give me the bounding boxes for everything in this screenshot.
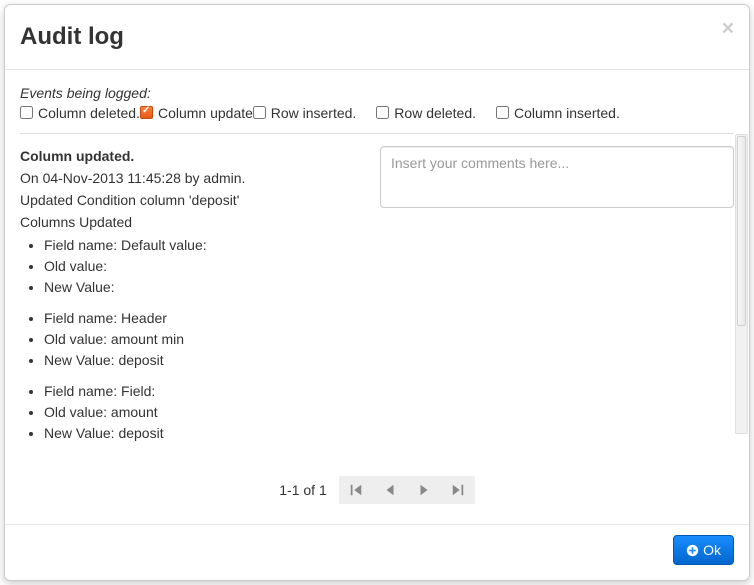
ok-button[interactable]: Ok xyxy=(673,535,734,565)
log-entry-summary: Updated Condition column 'deposit' xyxy=(20,190,360,211)
comment-input[interactable] xyxy=(380,146,734,208)
log-entry-meta: On 04-Nov-2013 11:45:28 by admin. xyxy=(20,168,360,189)
log-change-field: Field name: Header xyxy=(44,308,360,329)
log-panel: Column updated. On 04-Nov-2013 11:45:28 … xyxy=(20,146,360,451)
content-area: Column updated. On 04-Nov-2013 11:45:28 … xyxy=(20,133,734,451)
filter-column-updated[interactable]: Column updated xyxy=(140,105,261,121)
comment-panel xyxy=(380,146,734,451)
next-page-icon xyxy=(417,483,431,497)
pager-prev-button[interactable] xyxy=(373,476,407,504)
scrollbar[interactable] xyxy=(735,134,748,434)
pager-buttons xyxy=(339,476,475,504)
pager-first-button[interactable] xyxy=(339,476,373,504)
log-change-old: Old value: amount xyxy=(44,402,360,423)
checkbox-column-inserted[interactable] xyxy=(496,106,509,119)
log-entry-title: Column updated. xyxy=(20,146,360,167)
filter-row-deleted[interactable]: Row deleted. xyxy=(376,105,476,121)
checkbox-column-updated[interactable] xyxy=(140,106,153,119)
filter-label: Row deleted. xyxy=(394,105,476,121)
events-heading: Events being logged: xyxy=(20,85,734,101)
plus-circle-icon xyxy=(686,544,699,557)
log-change-group: Field name: Field: Old value: amount New… xyxy=(20,381,360,444)
filter-row-inserted[interactable]: Row inserted. xyxy=(253,105,357,121)
checkbox-row-inserted[interactable] xyxy=(253,106,266,119)
first-page-icon xyxy=(349,483,363,497)
log-change-old: Old value: xyxy=(44,256,360,277)
log-change-field: Field name: Default value: xyxy=(44,235,360,256)
filter-row: Column deleted. Column updated Row inser… xyxy=(20,105,734,121)
filter-label: Column inserted. xyxy=(514,105,620,121)
close-button[interactable]: × xyxy=(722,18,734,39)
checkbox-column-deleted[interactable] xyxy=(20,106,33,119)
modal-title: Audit log xyxy=(20,20,734,54)
checkbox-row-deleted[interactable] xyxy=(376,106,389,119)
modal-header: Audit log × xyxy=(5,5,749,70)
scrollbar-thumb[interactable] xyxy=(737,136,746,326)
log-change-group: Field name: Default value: Old value: Ne… xyxy=(20,235,360,298)
log-change-new: New Value: xyxy=(44,277,360,298)
filter-label: Column deleted. xyxy=(38,105,140,121)
log-change-new: New Value: deposit xyxy=(44,350,360,371)
ok-button-label: Ok xyxy=(703,542,721,558)
audit-log-modal: Audit log × Events being logged: Column … xyxy=(4,4,750,581)
pager-last-button[interactable] xyxy=(441,476,475,504)
filter-label: Row inserted. xyxy=(271,105,357,121)
pager-next-button[interactable] xyxy=(407,476,441,504)
log-change-new: New Value: deposit xyxy=(44,423,360,444)
pager: 1-1 of 1 xyxy=(20,476,734,509)
modal-body: Events being logged: Column deleted. Col… xyxy=(5,70,749,524)
log-change-group: Field name: Header Old value: amount min… xyxy=(20,308,360,371)
modal-footer: Ok xyxy=(5,524,749,580)
filter-column-inserted[interactable]: Column inserted. xyxy=(496,105,620,121)
pager-text: 1-1 of 1 xyxy=(279,482,326,498)
log-change-old: Old value: amount min xyxy=(44,329,360,350)
filter-label: Column updated xyxy=(158,105,261,121)
last-page-icon xyxy=(451,483,465,497)
filter-column-deleted[interactable]: Column deleted. xyxy=(20,105,140,121)
log-change-field: Field name: Field: xyxy=(44,381,360,402)
log-section-label: Columns Updated xyxy=(20,212,360,233)
prev-page-icon xyxy=(383,483,397,497)
